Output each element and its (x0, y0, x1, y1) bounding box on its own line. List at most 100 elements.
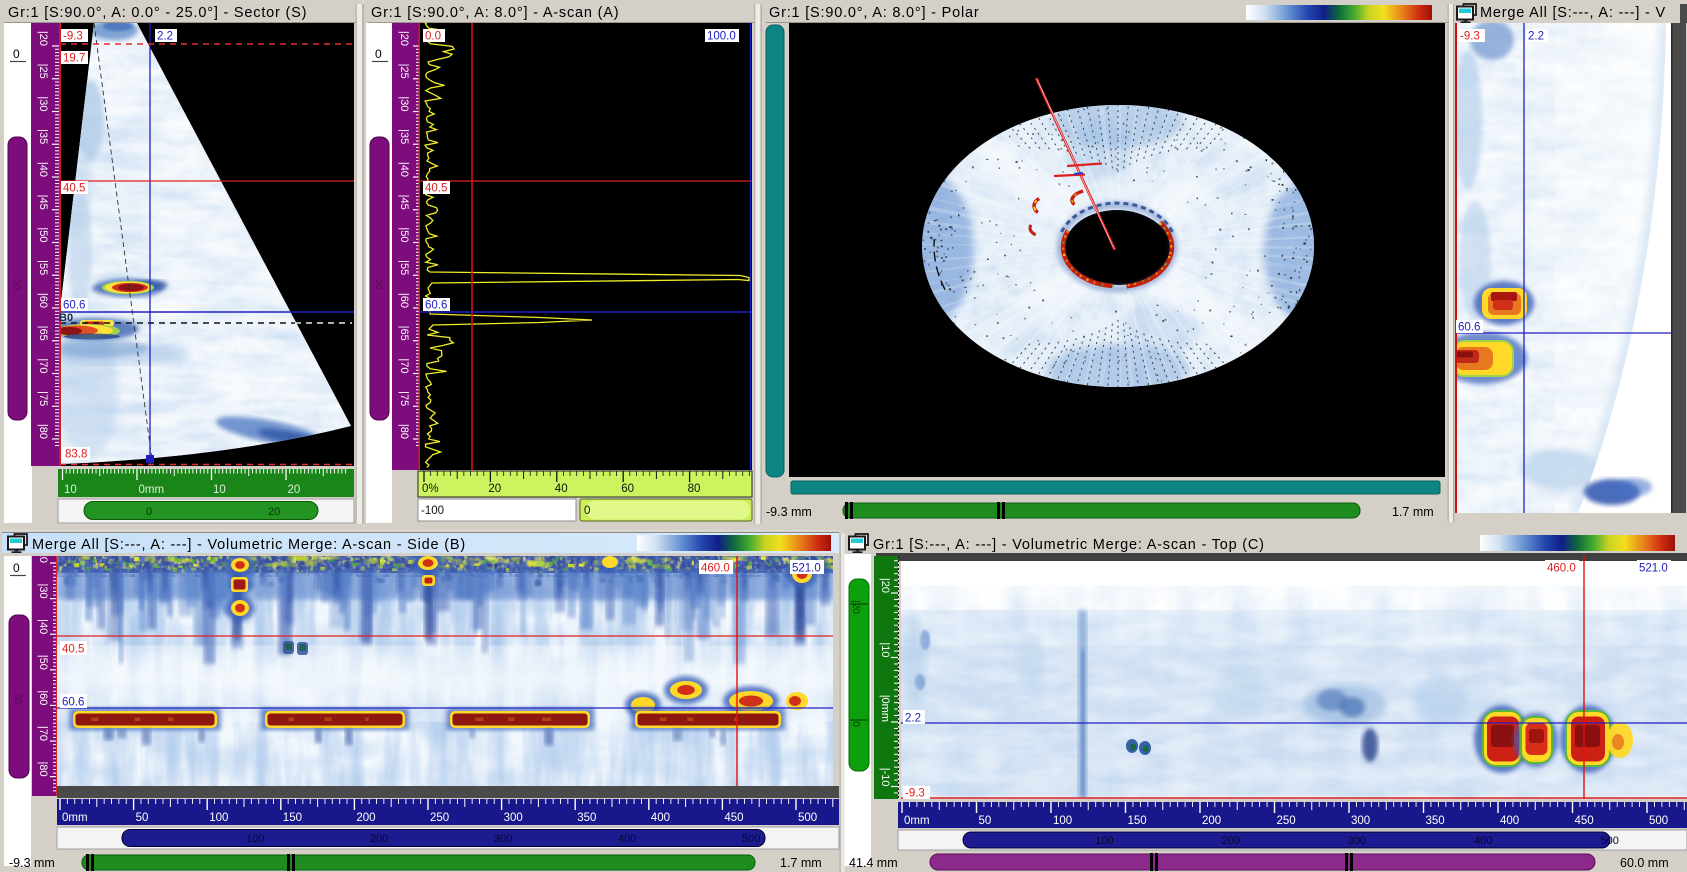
svg-text:-9.3: -9.3 (905, 788, 925, 800)
svg-text:460.0: 460.0 (1547, 563, 1576, 575)
svg-text:|55: |55 (37, 260, 49, 275)
svg-text:100: 100 (246, 833, 264, 845)
svg-text:-9.3: -9.3 (63, 31, 83, 43)
svg-text:|20: |20 (37, 31, 49, 46)
svg-text:40.5: 40.5 (62, 644, 84, 656)
svg-text:400: 400 (651, 812, 670, 824)
svg-text:350: 350 (1426, 815, 1445, 827)
svg-text:20: 20 (288, 484, 301, 496)
svg-text:400: 400 (1500, 815, 1519, 827)
svg-text:450: 450 (1575, 815, 1594, 827)
svg-text:-9.3 mm: -9.3 mm (766, 505, 812, 519)
svg-text:10: 10 (64, 484, 77, 496)
svg-text:20: 20 (488, 483, 501, 495)
svg-text:|40: |40 (398, 162, 410, 177)
svg-text:-9.3 mm: -9.3 mm (9, 856, 55, 870)
svg-text:100: 100 (1053, 815, 1072, 827)
svg-text:|50: |50 (37, 227, 49, 242)
svg-text:0%: 0% (422, 483, 439, 495)
svg-text:250: 250 (1277, 815, 1296, 827)
svg-text:200: 200 (370, 833, 388, 845)
svg-text:60.6: 60.6 (425, 300, 447, 312)
svg-text:|70: |70 (37, 358, 49, 373)
svg-text:B0: B0 (59, 312, 73, 324)
svg-text:50: 50 (12, 694, 23, 706)
svg-text:1.7 mm: 1.7 mm (780, 856, 822, 870)
svg-text:400: 400 (1474, 835, 1492, 847)
svg-text:0: 0 (584, 505, 590, 517)
svg-text:0mm: 0mm (139, 484, 165, 496)
svg-text:40: 40 (555, 483, 568, 495)
svg-text:|25: |25 (398, 64, 410, 79)
svg-text:|25: |25 (37, 64, 49, 79)
svg-text:60.6: 60.6 (62, 697, 84, 709)
svg-text:|45: |45 (37, 195, 49, 210)
svg-text:0: 0 (375, 47, 382, 61)
svg-text:50: 50 (373, 279, 384, 291)
svg-text:350: 350 (577, 812, 596, 824)
svg-text:200: 200 (1222, 835, 1240, 847)
svg-text:0: 0 (146, 506, 152, 518)
svg-text:-9.3: -9.3 (1460, 31, 1480, 43)
svg-text:|50: |50 (37, 655, 49, 670)
svg-text:60: 60 (621, 483, 634, 495)
svg-text:100: 100 (1095, 835, 1113, 847)
svg-text:80: 80 (688, 483, 701, 495)
svg-text:200: 200 (1202, 815, 1221, 827)
svg-text:|30: |30 (398, 96, 410, 111)
svg-text:|55: |55 (398, 260, 410, 275)
svg-text:10: 10 (213, 484, 226, 496)
svg-text:2.2: 2.2 (905, 713, 921, 725)
svg-text:|75: |75 (37, 391, 49, 406)
svg-text:|40: |40 (37, 162, 49, 177)
svg-text:1.7 mm: 1.7 mm (1392, 505, 1434, 519)
svg-text:Gr:1 [S:---, A: ---] - Volume: Gr:1 [S:---, A: ---] - Volumetric Merge:… (873, 537, 1265, 553)
svg-text:|65: |65 (398, 326, 410, 341)
svg-text:41.4 mm: 41.4 mm (849, 856, 898, 870)
svg-text:|20: |20 (398, 31, 410, 46)
svg-text:|60: |60 (37, 293, 49, 308)
svg-text:500: 500 (1649, 815, 1668, 827)
svg-text:300: 300 (504, 812, 523, 824)
svg-text:19.7: 19.7 (63, 53, 85, 65)
svg-text:460.0: 460.0 (701, 563, 730, 575)
svg-text:50: 50 (11, 279, 22, 291)
svg-text:0mm: 0mm (62, 812, 88, 824)
svg-text:|35: |35 (398, 129, 410, 144)
svg-text:-100: -100 (421, 505, 444, 517)
svg-text:0mm: 0mm (904, 815, 930, 827)
svg-text:Merge All [S:---, A: ---] - V: Merge All [S:---, A: ---] - V (1480, 5, 1666, 21)
svg-text:|60: |60 (37, 690, 49, 705)
svg-text:400: 400 (618, 833, 636, 845)
svg-text:250: 250 (430, 812, 449, 824)
svg-text:|20: |20 (850, 600, 861, 614)
svg-text:150: 150 (1128, 815, 1147, 827)
svg-text:150: 150 (283, 812, 302, 824)
svg-text:300: 300 (1348, 835, 1366, 847)
svg-text:500: 500 (798, 812, 817, 824)
svg-text:|40: |40 (37, 619, 49, 634)
svg-text:60.6: 60.6 (63, 300, 85, 312)
svg-text:|50: |50 (398, 227, 410, 242)
svg-text:Gr:1 [S:90.0°, A: 0.0° - 25.0°: Gr:1 [S:90.0°, A: 0.0° - 25.0°] - Sector… (8, 5, 307, 21)
svg-text:83.8: 83.8 (65, 449, 87, 461)
svg-text:100.0: 100.0 (707, 31, 736, 43)
svg-text:|35: |35 (37, 129, 49, 144)
svg-text:Merge All [S:---, A: ---] - V: Merge All [S:---, A: ---] - Volumetric M… (32, 537, 466, 553)
svg-text:|45: |45 (398, 195, 410, 210)
svg-text:|20: |20 (879, 578, 891, 593)
svg-text:|65: |65 (37, 326, 49, 341)
svg-text:2.2: 2.2 (1528, 31, 1544, 43)
svg-text:40.5: 40.5 (63, 183, 85, 195)
svg-text:500: 500 (742, 833, 760, 845)
svg-text:20: 20 (268, 506, 280, 518)
svg-text:|30: |30 (37, 584, 49, 599)
svg-text:500: 500 (1601, 835, 1619, 847)
svg-text:|60: |60 (398, 293, 410, 308)
svg-text:450: 450 (724, 812, 743, 824)
svg-text:50: 50 (979, 815, 992, 827)
svg-text:|70: |70 (37, 726, 49, 741)
svg-text:200: 200 (356, 812, 375, 824)
svg-text:|80: |80 (37, 424, 49, 439)
svg-text:|-10: |-10 (879, 768, 891, 787)
